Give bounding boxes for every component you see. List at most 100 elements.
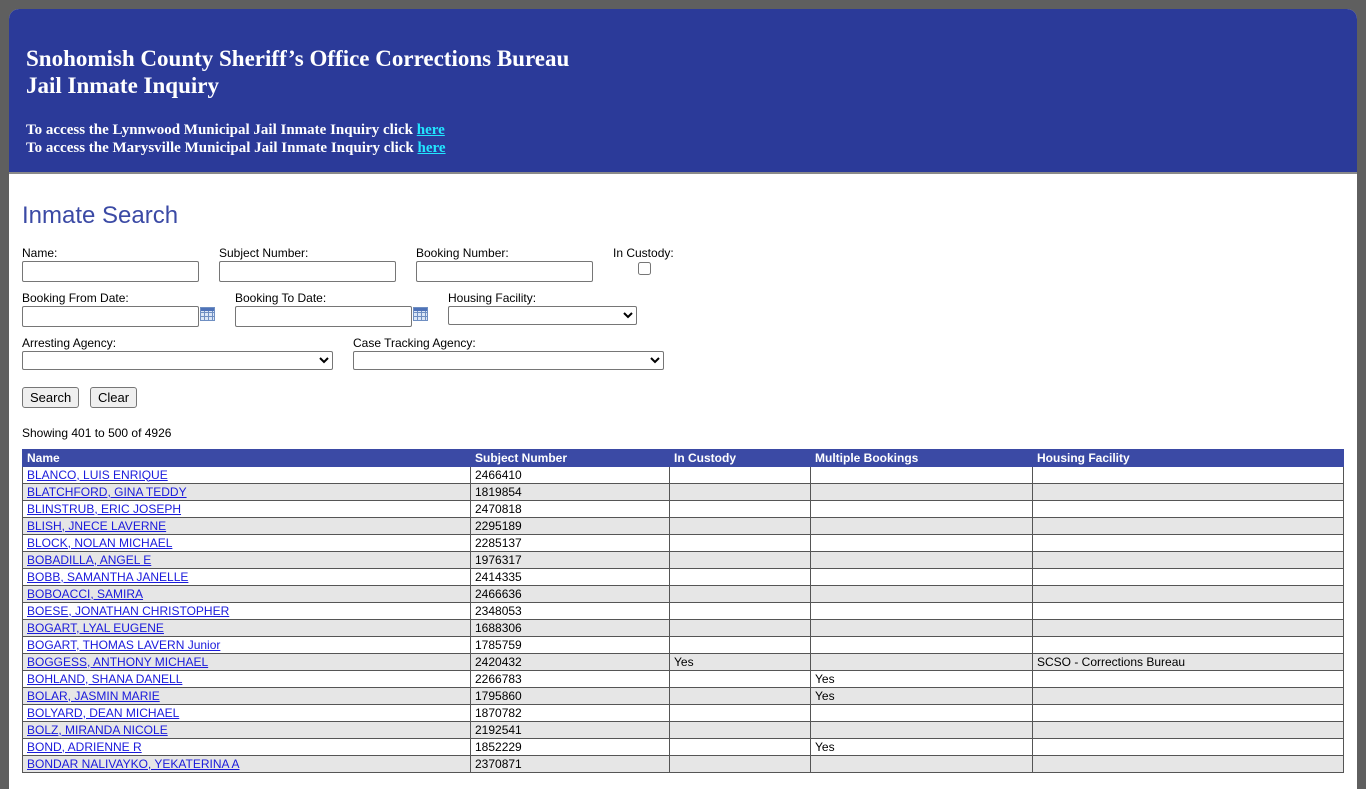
inmate-name-cell: BOBB, SAMANTHA JANELLE <box>22 568 471 586</box>
calendar-icon[interactable] <box>413 307 428 321</box>
inmate-name-link[interactable]: BLINSTRUB, ERIC JOSEPH <box>27 502 181 516</box>
multiple-bookings-cell <box>810 585 1033 603</box>
housing-facility-cell <box>1032 738 1344 756</box>
inmate-name-link[interactable]: BONDAR NALIVAYKO, YEKATERINA A <box>27 757 240 771</box>
inmate-name-link[interactable]: BLOCK, NOLAN MICHAEL <box>27 536 172 550</box>
inmate-name-link[interactable]: BOGGESS, ANTHONY MICHAEL <box>27 655 208 669</box>
subject-number-cell: 1795860 <box>470 687 670 705</box>
booking-field-group: Booking Number: <box>416 246 593 282</box>
page-title: Snohomish County Sheriff’s Office Correc… <box>26 46 570 71</box>
inmate-name-link[interactable]: BOLZ, MIRANDA NICOLE <box>27 723 168 737</box>
subject-number-cell: 2370871 <box>470 755 670 773</box>
in-custody-checkbox[interactable] <box>638 262 651 275</box>
name-label: Name: <box>22 246 58 260</box>
calendar-icon[interactable] <box>200 307 215 321</box>
inmate-name-link[interactable]: BOHLAND, SHANA DANELL <box>27 672 182 686</box>
in-custody-cell <box>669 738 811 756</box>
inmate-name-link[interactable]: BOGART, THOMAS LAVERN Junior <box>27 638 220 652</box>
inmate-name-link[interactable]: BOLYARD, DEAN MICHAEL <box>27 706 179 720</box>
booking-number-label: Booking Number: <box>416 246 509 260</box>
inmate-name-cell: BOESE, JONATHAN CHRISTOPHER <box>22 602 471 620</box>
table-row: BLANCO, LUIS ENRIQUE 2466410 <box>22 466 1344 484</box>
multiple-bookings-cell <box>810 517 1033 535</box>
col-header-in-custody[interactable]: In Custody <box>669 449 811 467</box>
inmate-name-cell: BOLAR, JASMIN MARIE <box>22 687 471 705</box>
inmate-name-link[interactable]: BLATCHFORD, GINA TEDDY <box>27 485 187 499</box>
results-header-row: Name Subject Number In Custody Multiple … <box>22 449 1344 467</box>
to-date-field-group: Booking To Date: <box>235 291 412 327</box>
subject-number-cell: 1870782 <box>470 704 670 722</box>
name-input[interactable] <box>22 261 199 282</box>
in-custody-cell <box>669 466 811 484</box>
inmate-name-link[interactable]: BOBOACCI, SAMIRA <box>27 587 143 601</box>
multiple-bookings-cell: Yes <box>810 670 1033 688</box>
multiple-bookings-cell <box>810 653 1033 671</box>
in-custody-cell <box>669 602 811 620</box>
col-header-multiple-bookings[interactable]: Multiple Bookings <box>810 449 1033 467</box>
inmate-name-cell: BOLYARD, DEAN MICHAEL <box>22 704 471 722</box>
marysville-link-line: To access the Marysville Municipal Jail … <box>26 139 1357 157</box>
case-tracking-field-group: Case Tracking Agency: <box>353 336 664 370</box>
in-custody-cell <box>669 755 811 773</box>
inmate-name-cell: BOBOACCI, SAMIRA <box>22 585 471 603</box>
housing-facility-cell <box>1032 721 1344 739</box>
multiple-bookings-cell <box>810 602 1033 620</box>
col-header-housing-facility[interactable]: Housing Facility <box>1032 449 1344 467</box>
multiple-bookings-cell <box>810 721 1033 739</box>
inmate-name-link[interactable]: BOBB, SAMANTHA JANELLE <box>27 570 188 584</box>
subject-number-cell: 2192541 <box>470 721 670 739</box>
housing-facility-cell <box>1032 568 1344 586</box>
multiple-bookings-cell <box>810 534 1033 552</box>
lynnwood-here-link[interactable]: here <box>417 122 445 138</box>
case-tracking-agency-select[interactable] <box>353 351 664 370</box>
inmate-name-link[interactable]: BLISH, JNECE LAVERNE <box>27 519 166 533</box>
housing-facility-cell <box>1032 585 1344 603</box>
arresting-field-group: Arresting Agency: <box>22 336 333 370</box>
subject-number-cell: 2470818 <box>470 500 670 518</box>
subject-number-input[interactable] <box>219 261 396 282</box>
arresting-agency-label: Arresting Agency: <box>22 336 117 350</box>
inmate-name-cell: BOBADILLA, ANGEL E <box>22 551 471 569</box>
in-custody-cell <box>669 721 811 739</box>
table-row: BOGART, LYAL EUGENE 1688306 <box>22 619 1344 637</box>
booking-number-input[interactable] <box>416 261 593 282</box>
inmate-name-cell: BOGART, LYAL EUGENE <box>22 619 471 637</box>
table-row: BOLYARD, DEAN MICHAEL 1870782 <box>22 704 1344 722</box>
case-tracking-agency-label: Case Tracking Agency: <box>353 336 476 350</box>
in-custody-cell <box>669 585 811 603</box>
in-custody-cell <box>669 619 811 637</box>
marysville-here-link[interactable]: here <box>418 140 446 156</box>
table-row: BOND, ADRIENNE R 1852229 Yes <box>22 738 1344 756</box>
clear-button[interactable]: Clear <box>90 387 138 408</box>
inmate-name-link[interactable]: BOGART, LYAL EUGENE <box>27 621 164 635</box>
inmate-name-link[interactable]: BLANCO, LUIS ENRIQUE <box>27 468 168 482</box>
housing-facility-cell <box>1032 636 1344 654</box>
inmate-name-link[interactable]: BOBADILLA, ANGEL E <box>27 553 151 567</box>
multiple-bookings-cell: Yes <box>810 738 1033 756</box>
in-custody-cell <box>669 687 811 705</box>
inmate-name-cell: BOHLAND, SHANA DANELL <box>22 670 471 688</box>
col-header-name[interactable]: Name <box>22 449 471 467</box>
table-row: BLATCHFORD, GINA TEDDY 1819854 <box>22 483 1344 501</box>
housing-facility-select[interactable] <box>448 306 637 325</box>
housing-facility-cell <box>1032 466 1344 484</box>
multiple-bookings-cell: Yes <box>810 687 1033 705</box>
in-custody-cell <box>669 568 811 586</box>
booking-to-date-input[interactable] <box>235 306 412 327</box>
multiple-bookings-cell <box>810 636 1033 654</box>
housing-facility-label: Housing Facility: <box>448 291 537 305</box>
subject-number-cell: 2414335 <box>470 568 670 586</box>
col-header-subject-number[interactable]: Subject Number <box>470 449 670 467</box>
lynnwood-link-line: To access the Lynnwood Municipal Jail In… <box>26 121 1357 139</box>
subject-number-cell: 2466410 <box>470 466 670 484</box>
search-button[interactable]: Search <box>22 387 80 408</box>
booking-from-date-label: Booking From Date: <box>22 291 129 305</box>
arresting-agency-select[interactable] <box>22 351 333 370</box>
inmate-name-cell: BOLZ, MIRANDA NICOLE <box>22 721 471 739</box>
in-custody-cell <box>669 517 811 535</box>
booking-from-date-input[interactable] <box>22 306 199 327</box>
inmate-name-link[interactable]: BOLAR, JASMIN MARIE <box>27 689 160 703</box>
subject-number-cell: 2348053 <box>470 602 670 620</box>
inmate-name-link[interactable]: BOND, ADRIENNE R <box>27 740 142 754</box>
inmate-name-link[interactable]: BOESE, JONATHAN CHRISTOPHER <box>27 604 229 618</box>
